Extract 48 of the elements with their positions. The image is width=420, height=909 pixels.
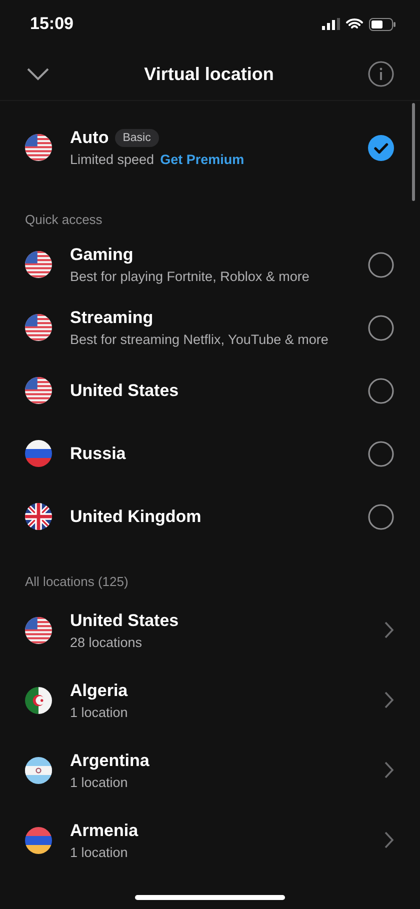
flag-icon — [25, 314, 52, 341]
flag-icon — [25, 440, 52, 467]
radio-icon[interactable] — [368, 314, 394, 340]
location-name: United States — [70, 380, 180, 400]
radio-icon[interactable] — [368, 378, 394, 404]
location-subtitle: 1 location — [70, 704, 129, 720]
info-icon[interactable] — [368, 61, 394, 87]
section-heading: All locations (125) — [24, 573, 130, 591]
checked-radio-icon[interactable] — [368, 134, 394, 160]
status-time: 15:09 — [30, 14, 74, 34]
radio-icon[interactable] — [368, 252, 394, 278]
location-subtitle: 1 location — [70, 844, 129, 860]
chevron-down-icon[interactable] — [26, 67, 50, 81]
location-subtitle: Best for streaming Netflix, YouTube & more — [70, 332, 330, 347]
location-name: United Kingdom — [70, 506, 202, 526]
wifi-icon — [346, 18, 363, 30]
flag-icon — [25, 251, 52, 278]
battery-icon — [369, 18, 396, 30]
chevron-right-icon[interactable] — [384, 761, 394, 779]
location-name: Auto — [70, 128, 109, 148]
location-name: Russia — [70, 444, 127, 464]
location-subtitle: 1 location — [70, 774, 129, 790]
flag-icon — [25, 134, 52, 161]
location-name: Armenia — [70, 820, 140, 840]
chevron-right-icon[interactable] — [384, 691, 394, 709]
radio-icon[interactable] — [368, 440, 394, 466]
flag-icon — [25, 756, 52, 784]
chevron-right-icon[interactable] — [384, 621, 394, 639]
screen-title: Virtual location — [144, 64, 274, 84]
location-name: Argentina — [70, 750, 150, 770]
premium-link[interactable]: Get Premium — [160, 152, 244, 167]
location-name: Streaming — [70, 308, 154, 328]
flag-icon — [25, 686, 52, 714]
location-subtitle: 28 locations — [70, 634, 144, 650]
flag-icon — [25, 503, 52, 530]
chevron-right-icon[interactable] — [384, 831, 394, 849]
location-subtitle: Limited speed — [70, 152, 154, 167]
radio-icon[interactable] — [368, 504, 394, 530]
location-name: Gaming — [70, 245, 134, 265]
flag-icon — [25, 826, 52, 854]
plan-badge: Basic — [114, 129, 159, 147]
location-name: Algeria — [70, 680, 129, 700]
signal-icon — [322, 18, 340, 30]
location-subtitle: Best for playing Fortnite, Roblox & more — [70, 269, 310, 284]
location-name: United States — [70, 610, 180, 630]
flag-icon — [25, 616, 52, 644]
flag-icon — [25, 377, 52, 404]
section-heading: Quick access — [24, 211, 104, 229]
